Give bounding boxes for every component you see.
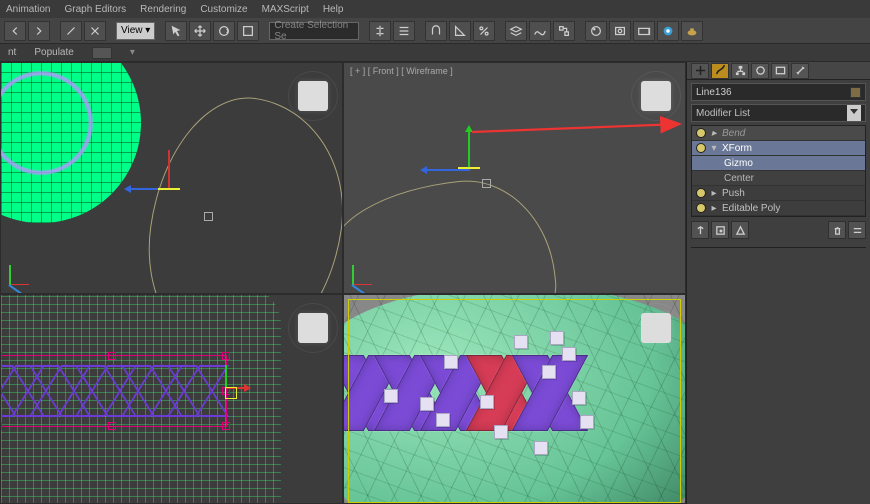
command-panel-tabs — [687, 62, 870, 80]
render-setup-button[interactable] — [609, 21, 631, 41]
object-name-field[interactable]: Line136 — [691, 83, 866, 101]
stack-item-editable-poly[interactable]: ▸ Editable Poly — [692, 201, 865, 216]
camera-icon[interactable] — [92, 47, 112, 59]
viewport-front[interactable]: [ + ] [ Front ] [ Wireframe ] — [343, 62, 686, 294]
scale-button[interactable] — [237, 21, 259, 41]
percent-snap-toggle[interactable] — [473, 21, 495, 41]
menu-help[interactable]: Help — [323, 4, 344, 15]
viewport-area: [ + ] [ Front ] [ Wireframe ] — [0, 62, 686, 504]
named-selection-input[interactable]: Create Selection Se — [269, 22, 359, 40]
render-frame-button[interactable] — [633, 21, 655, 41]
select-button[interactable] — [165, 21, 187, 41]
ribbon-item-populate[interactable]: Populate — [34, 47, 73, 58]
viewport-top[interactable] — [0, 62, 343, 294]
material-editor-button[interactable] — [585, 21, 607, 41]
layer-manager-button[interactable] — [505, 21, 527, 41]
menu-maxscript[interactable]: MAXScript — [262, 4, 309, 15]
menu-customize[interactable]: Customize — [200, 4, 247, 15]
redo-button[interactable] — [28, 21, 50, 41]
teapot-render-button[interactable] — [681, 21, 703, 41]
object-color-swatch[interactable] — [850, 87, 861, 98]
viewport-left[interactable] — [0, 294, 343, 504]
selection-bracket[interactable] — [0, 355, 227, 427]
menu-animation[interactable]: Animation — [6, 4, 50, 15]
axis-tripod — [9, 263, 31, 285]
ribbon-item-nt[interactable]: nt — [8, 47, 16, 58]
lightbulb-icon[interactable] — [696, 128, 706, 138]
viewcube[interactable] — [298, 81, 328, 111]
lightbulb-icon[interactable] — [696, 188, 706, 198]
viewcube[interactable] — [641, 313, 671, 343]
tab-create[interactable] — [691, 63, 709, 79]
show-end-result-button[interactable] — [711, 221, 729, 239]
rotate-button[interactable] — [213, 21, 235, 41]
stack-subitem-center[interactable]: Center — [692, 171, 865, 186]
link-button[interactable] — [60, 21, 82, 41]
viewcube[interactable] — [641, 81, 671, 111]
tab-hierarchy[interactable] — [731, 63, 749, 79]
angle-snap-toggle[interactable] — [449, 21, 471, 41]
render-button[interactable] — [657, 21, 679, 41]
chevron-down-icon — [847, 105, 861, 121]
mirror-button[interactable] — [369, 21, 391, 41]
menu-graph-editors[interactable]: Graph Editors — [64, 4, 126, 15]
rollout-area — [691, 247, 866, 265]
command-panel: Line136 Modifier List ▸ Bend ▾ XForm Giz… — [686, 62, 870, 504]
ribbon-bar: nt Populate ▾ — [0, 44, 870, 62]
spline-curve — [343, 172, 562, 294]
pin-stack-button[interactable] — [691, 221, 709, 239]
reference-coord-dropdown[interactable]: View ▾ — [116, 22, 155, 40]
mesh-sphere-wire — [0, 62, 141, 223]
stack-subitem-gizmo[interactable]: Gizmo — [692, 156, 865, 171]
axis-tripod — [352, 263, 374, 285]
unlink-button[interactable] — [84, 21, 106, 41]
tab-motion[interactable] — [751, 63, 769, 79]
move-button[interactable] — [189, 21, 211, 41]
modifier-list-dropdown[interactable]: Modifier List — [691, 104, 866, 122]
viewport-perspective[interactable] — [343, 294, 686, 504]
curve-editor-button[interactable] — [529, 21, 551, 41]
align-button[interactable] — [393, 21, 415, 41]
menu-bar: Animation Graph Editors Rendering Custom… — [0, 0, 870, 18]
schematic-button[interactable] — [553, 21, 575, 41]
lightbulb-icon[interactable] — [696, 203, 706, 213]
main-toolbar: View ▾ Create Selection Se — [0, 18, 870, 44]
lightbulb-icon[interactable] — [696, 143, 706, 153]
menu-rendering[interactable]: Rendering — [140, 4, 186, 15]
viewcube[interactable] — [298, 313, 328, 343]
stack-item-xform[interactable]: ▾ XForm — [692, 141, 865, 156]
remove-modifier-button[interactable] — [828, 221, 846, 239]
stack-toolbar — [691, 221, 866, 241]
undo-button[interactable] — [4, 21, 26, 41]
viewport-label[interactable]: [ + ] [ Front ] [ Wireframe ] — [350, 66, 453, 76]
configure-sets-button[interactable] — [848, 221, 866, 239]
modifier-stack[interactable]: ▸ Bend ▾ XForm Gizmo Center ▸ Push ▸ Edi… — [691, 125, 866, 217]
stack-item-push[interactable]: ▸ Push — [692, 186, 865, 201]
tab-display[interactable] — [771, 63, 789, 79]
tab-utilities[interactable] — [791, 63, 809, 79]
stack-item-bend[interactable]: ▸ Bend — [692, 126, 865, 141]
tab-modify[interactable] — [711, 63, 729, 79]
snap-toggle[interactable] — [425, 21, 447, 41]
make-unique-button[interactable] — [731, 221, 749, 239]
